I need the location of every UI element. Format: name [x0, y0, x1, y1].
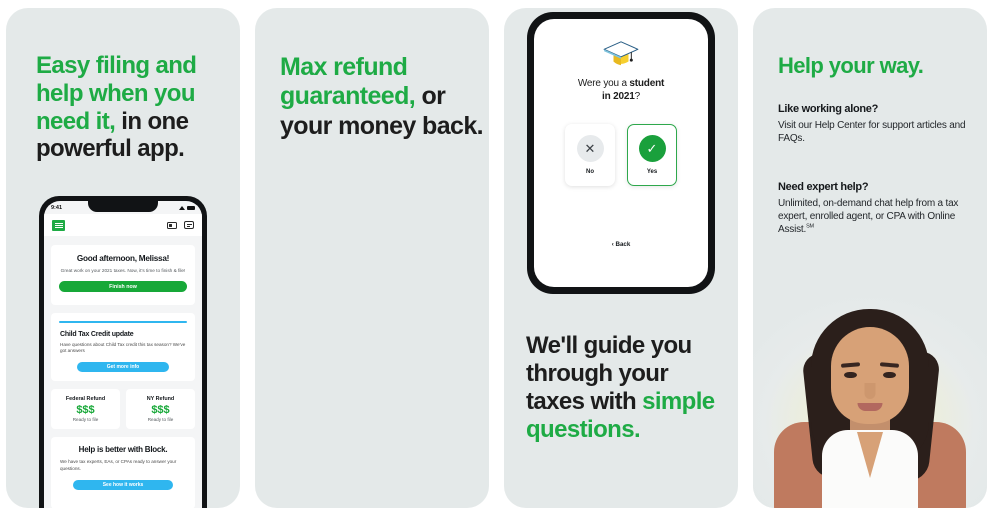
refund-title: Federal Refund — [65, 395, 106, 402]
phone-1-screen: 9:41 Good afternoon, Melissa! Great work… — [44, 201, 202, 508]
portrait-eye-right — [883, 372, 896, 378]
screenshot-panel-4: Help your way. Like working alone? Visit… — [753, 8, 987, 508]
panel-2-headline: Max refund guaranteed, or your money bac… — [280, 53, 485, 141]
check-icon: ✓ — [638, 135, 666, 162]
back-button-label: Back — [615, 241, 631, 248]
choice-label: No — [586, 169, 594, 175]
portrait-eye-left — [844, 372, 857, 378]
finish-now-button[interactable]: Finish now — [59, 281, 187, 293]
portrait-eyebrow-left — [840, 362, 861, 368]
choice-no[interactable]: ✕ No — [565, 124, 615, 186]
phone-mockup-1: 9:41 Good afternoon, Melissa! Great work… — [39, 196, 207, 508]
panel-4-headline: Help your way. — [778, 53, 924, 78]
question-line2-bold: in 2021 — [602, 91, 635, 102]
refund-status: Ready to file — [72, 417, 99, 423]
greeting-title: Good afternoon, Melissa! — [76, 254, 170, 263]
help-block-body: Unlimited, on-demand chat help from a ta… — [778, 197, 968, 237]
screenshot-panel-1: Easy filing and help when you need it, i… — [6, 8, 240, 508]
phone-mockup-3: Were you a student in 2021? ✕ No ✓ Yes ‹ … — [527, 12, 715, 294]
portrait-mouth — [857, 403, 883, 411]
answer-choices: ✕ No ✓ Yes — [534, 124, 708, 186]
wifi-icon — [179, 205, 185, 210]
choice-yes[interactable]: ✓ Yes — [627, 124, 677, 186]
question-suffix: ? — [634, 91, 641, 102]
back-button[interactable]: ‹ Back — [534, 241, 708, 248]
chat-icon[interactable] — [184, 221, 194, 229]
refund-card[interactable]: Federal Refund $$$ Ready to file — [51, 389, 120, 429]
screenshot-gallery: Easy filing and help when you need it, i… — [0, 0, 989, 508]
question-text: Were you a student in 2021? — [544, 77, 698, 103]
help-body: We have tax experts, EAs, or CPAs ready … — [60, 459, 177, 471]
child-tax-credit-card: Child Tax Credit update Have questions a… — [51, 313, 195, 381]
screenshot-panel-2: Max refund guaranteed, or your money bac… — [255, 8, 489, 508]
close-icon: ✕ — [576, 135, 604, 162]
service-mark: SM — [806, 224, 814, 231]
hrblock-logo-icon — [52, 219, 65, 231]
app-header — [44, 214, 202, 236]
portrait-nose — [864, 383, 876, 399]
phone-3-screen: Were you a student in 2021? ✕ No ✓ Yes ‹ … — [534, 19, 708, 287]
refund-summary-row: Federal Refund $$$ Ready to file NY Refu… — [51, 389, 195, 429]
panel-1-headline: Easy filing and help when you need it, i… — [36, 52, 236, 163]
portrait-face — [831, 327, 909, 424]
help-with-block-card: Help is better with Block. We have tax e… — [51, 437, 195, 508]
battery-icon — [187, 205, 195, 210]
refund-card[interactable]: NY Refund $$$ Ready to file — [126, 389, 195, 429]
status-time: 9:41 — [51, 204, 63, 211]
graduation-cap-icon — [603, 41, 639, 66]
refund-title: NY Refund — [146, 395, 175, 402]
portrait-eyebrow-right — [879, 362, 900, 368]
help-block-title: Need expert help? — [778, 181, 869, 193]
help-block-title: Like working alone? — [778, 103, 879, 115]
section-body: Have questions about Child Tax credit th… — [60, 341, 186, 354]
card-icon[interactable] — [167, 221, 177, 229]
headline-green-part: Max refund guaranteed, — [280, 53, 416, 111]
greeting-subtitle: Great work on your 2021 taxes. Now, it's… — [60, 268, 186, 273]
refund-status: Ready to file — [147, 417, 174, 423]
refund-value: $$$ — [76, 403, 95, 416]
help-block-1: Like working alone? Visit our Help Cente… — [778, 103, 968, 145]
greeting-card: Good afternoon, Melissa! Great work on y… — [51, 245, 195, 305]
help-block-body: Visit our Help Center for support articl… — [778, 120, 966, 145]
help-title: Help is better with Block. — [78, 445, 168, 454]
see-how-it-works-button[interactable]: See how it works — [73, 480, 173, 491]
section-title: Child Tax Credit update — [60, 330, 134, 338]
get-more-info-button[interactable]: Get more info — [77, 361, 169, 372]
expert-portrait-photo — [753, 283, 987, 508]
question-bold: student — [629, 78, 665, 89]
screenshot-panel-3: Were you a student in 2021? ✕ No ✓ Yes ‹ … — [504, 8, 738, 508]
phone-notch — [88, 201, 158, 212]
refund-value: $$$ — [151, 403, 170, 416]
panel-3-caption: We'll guide you through your taxes with … — [526, 332, 731, 444]
choice-label: Yes — [646, 169, 658, 175]
help-block-2: Need expert help? Unlimited, on-demand c… — [778, 181, 968, 237]
question-prefix: Were you a — [577, 78, 630, 89]
